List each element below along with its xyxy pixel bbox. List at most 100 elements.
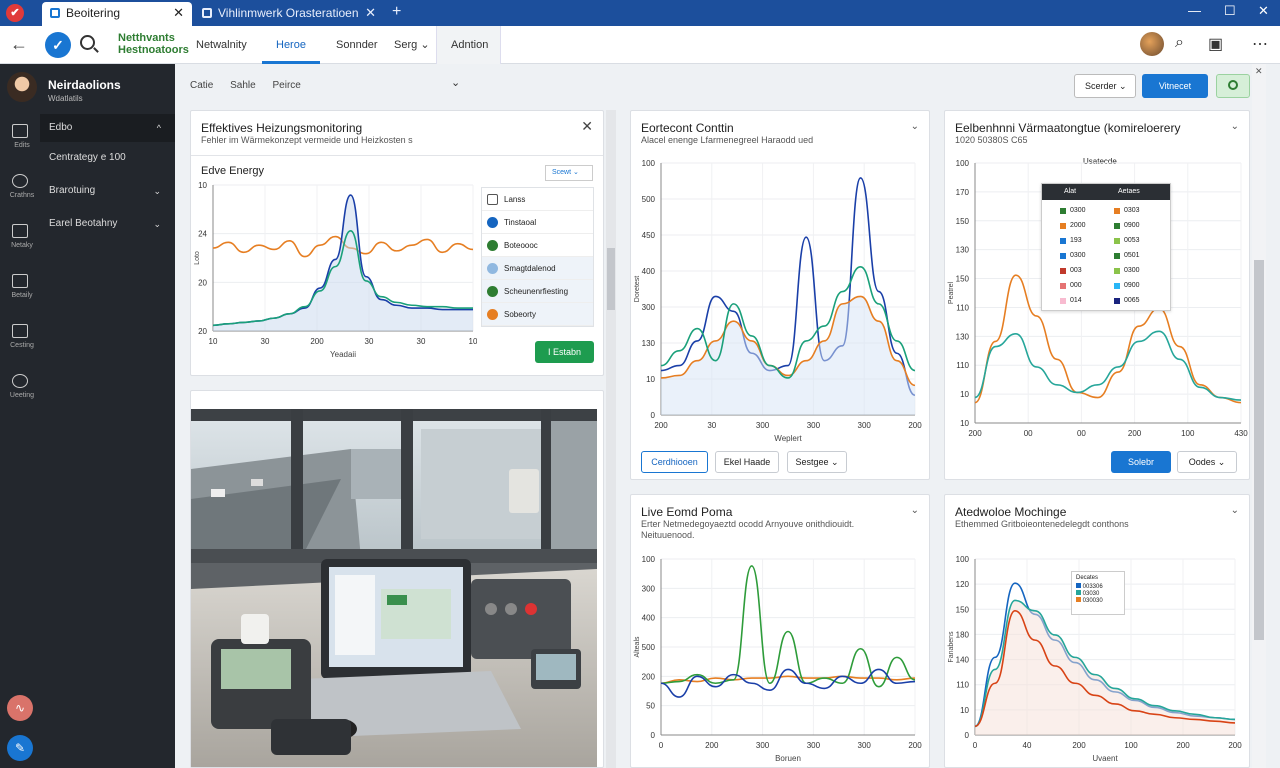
legend-value: 003 (1070, 267, 1082, 274)
scrollbar-thumb[interactable] (1254, 260, 1264, 640)
tab-label: Beoitering (66, 6, 121, 20)
browser-titlebar: ✔ Beoitering ✕ Vihlinmwerk Orasteratioen… (0, 0, 1280, 26)
x-axis-label: Uvaent (1092, 754, 1118, 763)
nav-item-4[interactable]: Serg ⌄ (380, 26, 444, 64)
left-column-scrollbar[interactable] (606, 110, 616, 768)
check-logo-icon[interactable]: ✓ (45, 32, 71, 58)
minimize-icon[interactable]: — (1188, 3, 1201, 18)
chevron-down-icon[interactable]: ⌄ (1231, 505, 1239, 516)
list-item[interactable]: Sobeorty (482, 303, 593, 326)
card3-select-button[interactable]: Oodes ⌄ (1177, 451, 1237, 473)
search-icon[interactable]: ⌕ (1175, 34, 1184, 52)
clipboard-icon[interactable]: ▣ (1208, 34, 1223, 54)
breadcrumb-item[interactable]: Catie (190, 80, 213, 91)
establish-button[interactable]: I Estabn (535, 341, 594, 363)
card3-primary-button[interactable]: Solebr (1111, 451, 1171, 473)
x-tick-label: 00 (1024, 429, 1033, 438)
chevron-down-icon[interactable]: ⌄ (911, 121, 919, 132)
x-tick-label: 30 (365, 337, 374, 346)
list-item[interactable]: Tinstaoal (482, 211, 593, 234)
series-line (660, 675, 916, 685)
breadcrumb-item[interactable]: Peirce (273, 80, 301, 91)
y-tick-label: 24 (198, 230, 207, 239)
scrollbar-thumb[interactable] (607, 248, 615, 310)
activity-icon[interactable]: ∿ (7, 695, 33, 721)
browser-tab[interactable]: Vihlinmwerk Orasteratioen ✕ (194, 2, 384, 26)
user-avatar[interactable] (1140, 32, 1164, 56)
main-scrollbar[interactable]: ✕ (1252, 64, 1266, 768)
new-tab-icon[interactable]: + (392, 3, 401, 21)
legend-swatch (1114, 298, 1120, 304)
document-icon[interactable] (12, 274, 28, 288)
close-icon[interactable]: ✕ (173, 2, 184, 24)
radio-icon (487, 217, 498, 228)
sidebar-item-3[interactable]: Brarotuing ⌄ (40, 177, 175, 205)
legend-value: 2000 (1070, 222, 1086, 229)
nav-item-5[interactable]: Adntion ⌄ (436, 26, 501, 89)
x-tick-label: 300 (858, 741, 872, 750)
list-item[interactable]: Boteoooc (482, 234, 593, 257)
card2-secondary-button[interactable]: Ekel Haade (715, 451, 779, 473)
sidebar-item-4[interactable]: Earel Beotahny ⌄ (40, 210, 175, 238)
list-icon[interactable] (12, 224, 28, 238)
legend-item-label: 030030 (1082, 598, 1103, 604)
filter-select[interactable]: Scerder ⌄ (1074, 74, 1136, 98)
sort-select[interactable]: Scewt ⌄ (545, 165, 593, 181)
sidebar-item-2[interactable]: Centrategy e 100 (40, 144, 175, 172)
tab-page-icon (50, 8, 60, 18)
y-tick-label: 150 (956, 605, 970, 614)
link-icon[interactable] (12, 174, 28, 188)
nav-item-2[interactable]: Heroe (262, 26, 320, 64)
maximize-icon[interactable]: ☐ (1224, 3, 1236, 19)
y-tick-label: 0 (651, 411, 656, 420)
primary-button[interactable]: Vitnecet (1142, 74, 1208, 98)
y-tick-label: 110 (956, 361, 969, 370)
browser-tab-active[interactable]: Beoitering ✕ (42, 2, 192, 26)
x-tick-label: 40 (1023, 741, 1032, 750)
compose-icon[interactable]: ✎ (7, 735, 33, 761)
window-close-icon[interactable]: ✕ (1258, 3, 1269, 19)
chevron-down-icon[interactable]: ⌄ (1231, 121, 1239, 132)
checkbox-icon (487, 194, 498, 205)
breadcrumb-item[interactable]: Sahle (230, 80, 256, 91)
x-tick-label: 10 (209, 337, 218, 346)
image-icon[interactable] (12, 324, 28, 338)
list-item-label: Boteoooc (504, 241, 538, 250)
scroll-close-icon[interactable]: ✕ (1255, 66, 1263, 77)
card2-select-button[interactable]: Sestgee ⌄ (787, 451, 847, 473)
more-menu-icon[interactable]: ⋯ (1252, 34, 1268, 54)
y-tick-label: 150 (956, 275, 970, 284)
search-icon[interactable] (12, 374, 28, 388)
brand-logo[interactable]: Netthvants Hestnoatoors (118, 32, 189, 56)
legend-item: 030030 (1076, 597, 1120, 604)
list-item[interactable]: Smagtdalenod (482, 257, 593, 280)
close-icon[interactable]: ✕ (365, 2, 376, 24)
y-tick-label: 100 (956, 159, 970, 168)
search-icon[interactable] (80, 35, 95, 50)
brand-line1: Netthvants (118, 32, 175, 44)
breadcrumb: Catie Sahle Peirce (190, 80, 315, 91)
sidebar-item-1[interactable]: Edbo ^ (40, 114, 175, 142)
avatar[interactable] (7, 72, 37, 102)
edit-icon[interactable] (12, 124, 28, 138)
card2-primary-button[interactable]: Cerdhiooen (641, 451, 708, 473)
series-line (660, 668, 916, 698)
search-button[interactable] (1216, 74, 1250, 98)
legend-swatch (1060, 208, 1066, 214)
y-tick-label: 500 (642, 643, 656, 652)
chevron-down-icon[interactable]: ⌄ (911, 505, 919, 516)
sidebar: Neirdaolions Wdatlatils Edits Crathns Ne… (0, 64, 175, 768)
close-icon[interactable]: ✕ (581, 118, 593, 135)
nav-item-1[interactable]: Netwalnity (182, 26, 261, 64)
y-tick-label: 10 (960, 390, 969, 399)
list-item[interactable]: Lanss (482, 188, 593, 211)
y-tick-label: 110 (956, 303, 969, 312)
list-item[interactable]: Scheunenrfiesting (482, 280, 593, 303)
x-tick-label: 00 (1077, 429, 1086, 438)
y-tick-label: 130 (956, 246, 970, 255)
sidebar-user-name: Neirdaolions (48, 78, 121, 92)
sidebar-user-sub: Wdatlatils (48, 94, 83, 103)
x-tick-label: 300 (756, 741, 770, 750)
back-arrow-icon[interactable]: ← (10, 34, 28, 55)
y-tick-label: 100 (642, 555, 656, 564)
